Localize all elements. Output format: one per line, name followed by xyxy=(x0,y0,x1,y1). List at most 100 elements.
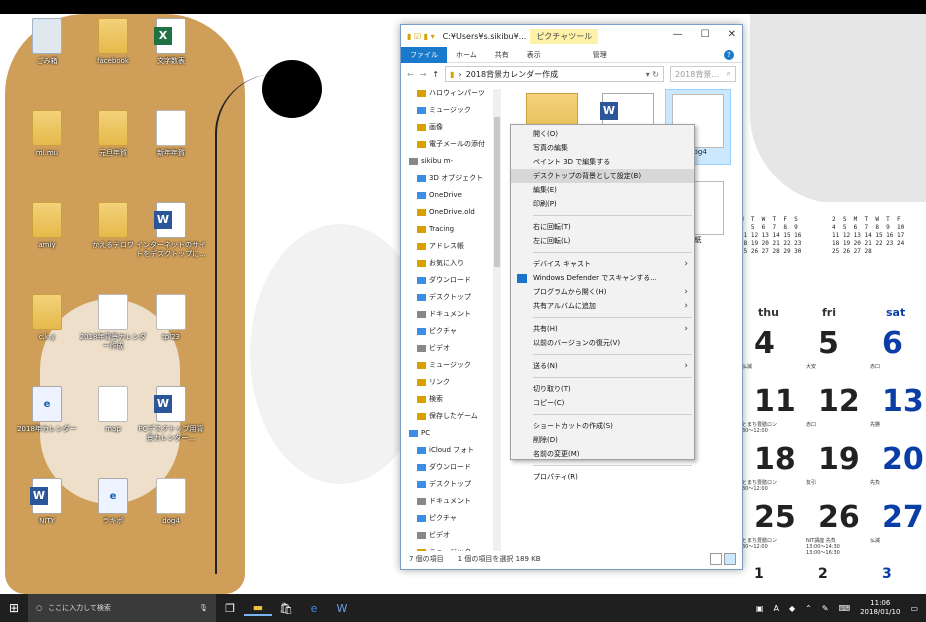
context-menu-item[interactable]: 右に回転(T) xyxy=(511,220,694,234)
tab-file[interactable]: ファイル xyxy=(401,46,447,63)
nav-item[interactable]: ピクチャ xyxy=(401,323,501,340)
nav-item[interactable]: ピクチャ xyxy=(401,510,501,527)
nav-item[interactable]: 画像 xyxy=(401,119,501,136)
nav-scrollbar[interactable] xyxy=(493,89,501,551)
nav-item[interactable]: ミュージック xyxy=(401,102,501,119)
back-icon[interactable]: ← xyxy=(407,70,414,79)
context-menu-item[interactable]: プロパティ(R) xyxy=(511,470,694,484)
nav-item[interactable]: Tracing xyxy=(401,221,501,238)
context-menu-item[interactable]: ショートカットの作成(S) xyxy=(511,419,694,433)
context-menu-item[interactable]: ペイント 3D で編集する xyxy=(511,155,694,169)
desktop-icon[interactable]: ml.mu xyxy=(12,110,82,158)
nav-item[interactable]: リンク xyxy=(401,374,501,391)
nav-item[interactable]: PC xyxy=(401,425,501,442)
context-menu-item[interactable]: コピー(C) xyxy=(511,396,694,410)
tab-view[interactable]: 表示 xyxy=(518,47,550,63)
desktop-icon[interactable]: PCデスクトップ用背景カレンダー... xyxy=(136,386,206,443)
task-view-icon[interactable]: ❐ xyxy=(216,602,244,615)
details-view-button[interactable] xyxy=(710,553,722,565)
nav-item[interactable]: OneDrive.old xyxy=(401,204,501,221)
nav-item[interactable]: ドキュメント xyxy=(401,306,501,323)
up-icon[interactable]: ↑ xyxy=(432,70,439,79)
nav-item[interactable]: iCloud フォト xyxy=(401,442,501,459)
desktop-icon[interactable]: ごみ箱 xyxy=(12,18,82,66)
context-menu-item[interactable]: プログラムから開く(H) › xyxy=(511,285,694,299)
desktop-icon[interactable]: tpl23 xyxy=(136,294,206,342)
breadcrumb[interactable]: 2018背景カレンダー作成 xyxy=(466,69,558,80)
quick-access-icons[interactable]: ▮ ☑ ▮ ▾ xyxy=(401,32,435,41)
nav-item[interactable]: 3D オブジェクト xyxy=(401,170,501,187)
taskbar-search-box[interactable]: ○ ここに入力して検索 🎙 xyxy=(28,594,216,622)
start-button[interactable]: ⊞ xyxy=(0,601,28,615)
ime-indicator[interactable]: A xyxy=(773,604,778,613)
nav-item[interactable]: ダウンロード xyxy=(401,459,501,476)
context-menu-item[interactable]: デスクトップの背景として設定(B) xyxy=(511,169,694,183)
context-menu-item[interactable]: 左に回転(L) xyxy=(511,234,694,248)
minimize-button[interactable]: — xyxy=(673,29,683,40)
nav-item[interactable]: ビデオ xyxy=(401,527,501,544)
large-icons-view-button[interactable] xyxy=(724,553,736,565)
scrollbar-thumb[interactable] xyxy=(494,117,500,267)
word-taskbar-icon[interactable]: W xyxy=(328,602,356,615)
context-menu-item[interactable]: 送る(N) › xyxy=(511,359,694,373)
nav-item[interactable]: ミュージック xyxy=(401,357,501,374)
desktop-icon[interactable]: dog4 xyxy=(136,478,206,526)
nav-item[interactable]: ビデオ xyxy=(401,340,501,357)
nav-item[interactable]: ドキュメント xyxy=(401,493,501,510)
address-bar[interactable]: ▮ › 2018背景カレンダー作成 ▾ ↻ xyxy=(445,66,664,82)
nav-item[interactable]: 検索 xyxy=(401,391,501,408)
tab-manage[interactable]: 管理 xyxy=(584,47,616,63)
desktop-icon[interactable]: 文字数表 xyxy=(136,18,206,66)
context-menu-item[interactable]: 切り取り(T) xyxy=(511,382,694,396)
desktop-icon[interactable]: e 2018年カレンダー xyxy=(12,386,82,434)
tray-icon[interactable]: ◆ xyxy=(789,604,795,613)
microphone-icon[interactable]: 🎙 xyxy=(199,604,208,612)
context-menu-item[interactable]: 削除(D) xyxy=(511,433,694,447)
desktop-icon[interactable]: 新年年賀 xyxy=(136,110,206,158)
context-menu-item[interactable]: 名前の変更(M) xyxy=(511,447,694,461)
keyboard-icon[interactable]: ⌨ xyxy=(839,604,851,613)
search-placeholder: ここに入力して検索 xyxy=(48,604,111,612)
tab-share[interactable]: 共有 xyxy=(486,47,518,63)
context-menu-item[interactable]: デバイス キャスト › xyxy=(511,257,694,271)
context-menu-item[interactable]: 編集(E) xyxy=(511,183,694,197)
store-icon[interactable]: 🛍 xyxy=(272,602,300,615)
forward-icon[interactable]: → xyxy=(420,70,427,79)
context-menu-item[interactable]: 共有(H) › xyxy=(511,322,694,336)
nav-item[interactable]: ダウンロード xyxy=(401,272,501,289)
refresh-icon[interactable]: ▾ ↻ xyxy=(646,70,659,79)
context-menu-item[interactable]: 開く(O) xyxy=(511,127,694,141)
title-bar[interactable]: ▮ ☑ ▮ ▾ C:¥Users¥s.sikibu¥... ピクチャツール — … xyxy=(401,25,742,47)
tray-apps-icon[interactable]: ▣ xyxy=(756,604,764,613)
maximize-button[interactable]: ☐ xyxy=(701,29,710,40)
nav-item[interactable]: 保存したゲーム xyxy=(401,408,501,425)
desktop-icon[interactable]: NITY xyxy=(12,478,82,526)
close-button[interactable]: ✕ xyxy=(728,29,736,40)
nav-item[interactable]: ハロウィンパーツ xyxy=(401,85,501,102)
tab-home[interactable]: ホーム xyxy=(447,47,486,63)
pen-icon[interactable]: ✎ xyxy=(822,604,829,613)
desktop-icon[interactable]: c.k.y xyxy=(12,294,82,342)
nav-item[interactable]: sikibu m- xyxy=(401,153,501,170)
context-menu-item[interactable]: 共有アルバムに追加 › xyxy=(511,299,694,313)
context-menu-item[interactable]: 写真の編集 xyxy=(511,141,694,155)
context-menu-item[interactable]: 印刷(P) xyxy=(511,197,694,211)
desktop-icon[interactable]: インターネットのサイトをデスクトップに... xyxy=(136,202,206,259)
nav-item[interactable]: 電子メールの添付 xyxy=(401,136,501,153)
nav-item[interactable]: アドレス帳 xyxy=(401,238,501,255)
context-menu-item[interactable]: 以前のバージョンの復元(V) xyxy=(511,336,694,350)
context-menu-item[interactable]: Windows Defender でスキャンする... xyxy=(511,271,694,285)
context-tab-picture-tools[interactable]: ピクチャツール xyxy=(530,28,599,44)
nav-item[interactable]: OneDrive xyxy=(401,187,501,204)
nav-item[interactable]: お気に入り xyxy=(401,255,501,272)
show-hidden-icons[interactable]: ⌃ xyxy=(805,604,812,613)
clock[interactable]: 11:06 2018/01/10 xyxy=(860,599,900,617)
search-box[interactable]: 2018背景... ⌕ xyxy=(670,66,736,82)
nav-item[interactable]: デスクトップ xyxy=(401,476,501,493)
file-explorer-taskbar-icon[interactable]: ▬ xyxy=(244,601,272,616)
notification-icon[interactable]: ▭ xyxy=(910,604,918,613)
nav-item[interactable]: デスクトップ xyxy=(401,289,501,306)
desktop-icon[interactable]: amiy xyxy=(12,202,82,250)
edge-icon[interactable]: e xyxy=(300,602,328,615)
help-icon[interactable]: ? xyxy=(724,49,734,60)
